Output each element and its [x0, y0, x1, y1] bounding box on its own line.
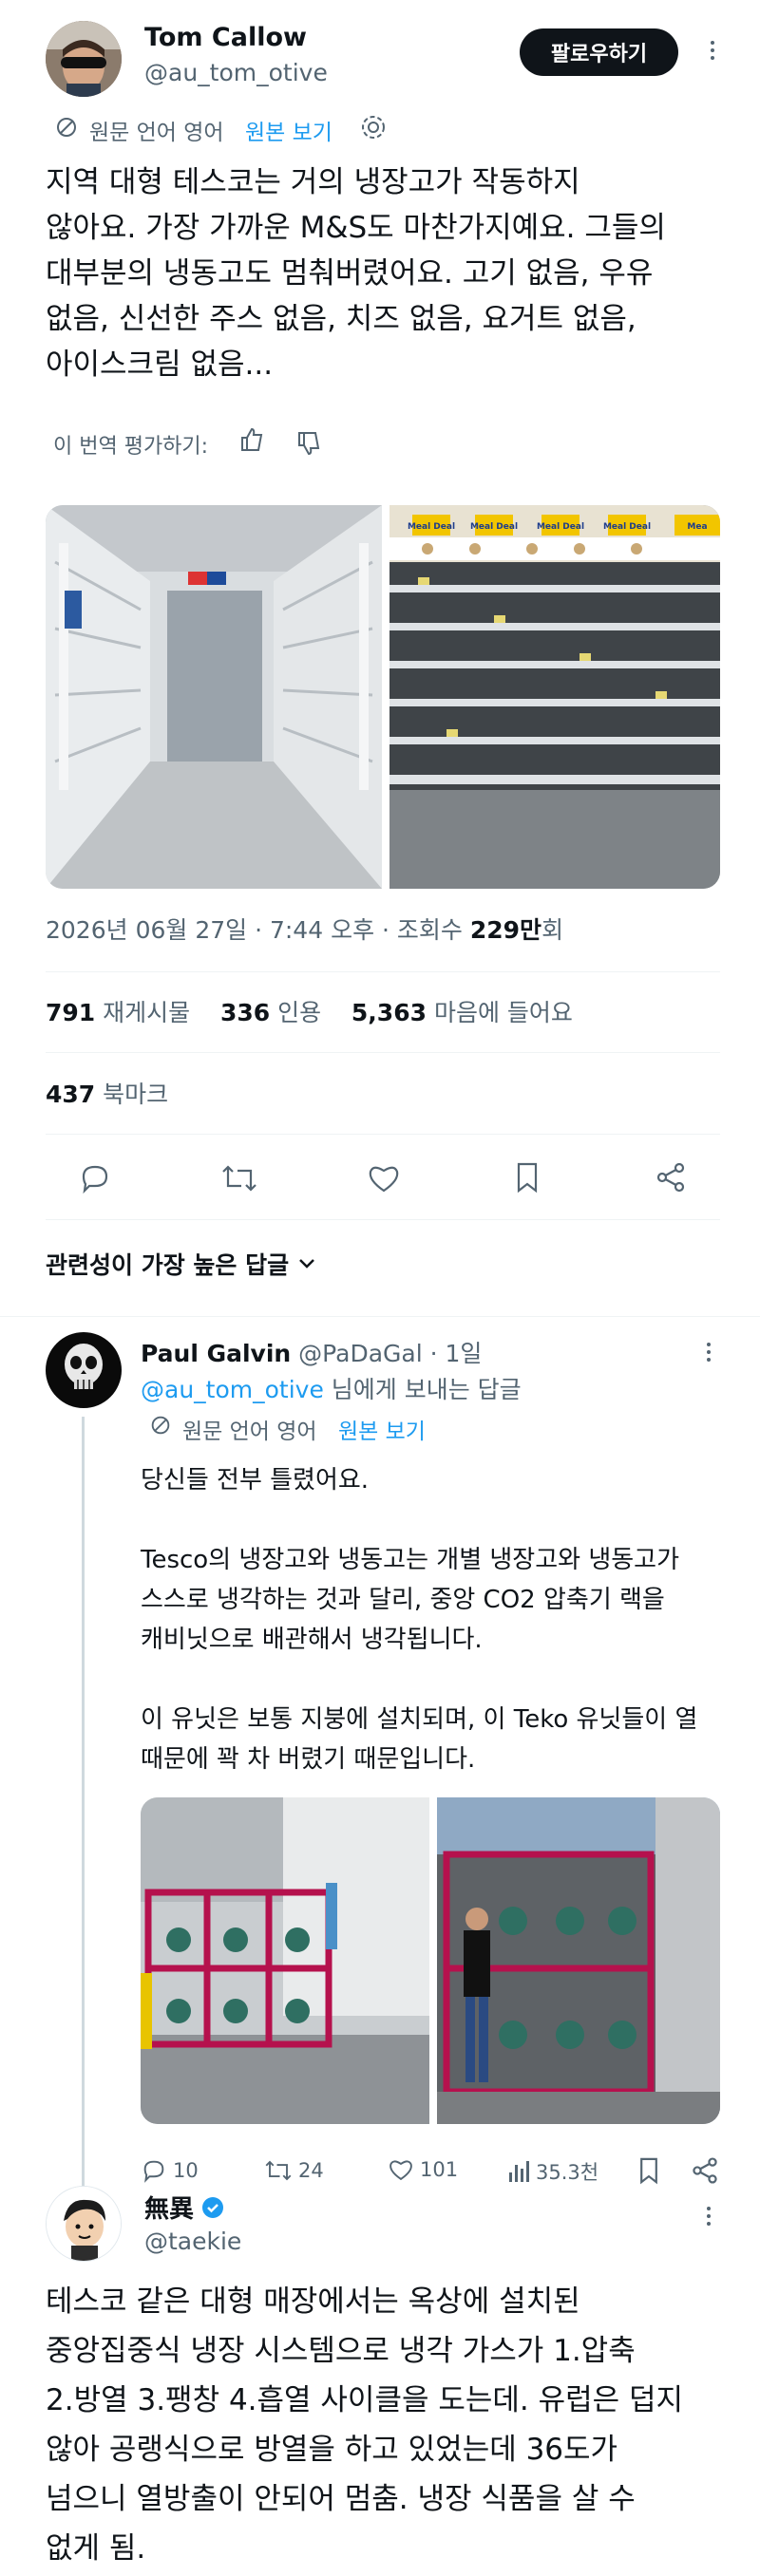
reply-author-handle[interactable]: @PaDaGal [298, 1340, 422, 1367]
reply-text: 당신들 전부 틀렸어요. Tesco의 냉장고와 냉동고는 개별 냉장고와 냉동… [141, 1466, 698, 1774]
translate-icon [53, 114, 80, 141]
author-avatar[interactable] [46, 21, 122, 97]
show-original-link[interactable]: 원본 보기 [245, 114, 332, 146]
quote-author-name[interactable]: 無異 [144, 2190, 194, 2225]
reply-reply-button[interactable]: 10 [141, 2157, 199, 2184]
retweet-icon[interactable] [220, 1161, 258, 1195]
reply-action-bar: 10 24 101 35.3천 [141, 2155, 720, 2188]
reply-author-name[interactable]: Paul Galvin [141, 1340, 291, 1367]
tweet-text: 지역 대형 테스코는 거의 냉장고가 작동하지 않아요. 가장 가까운 M&S도… [46, 165, 666, 382]
more-options-icon[interactable] [711, 41, 714, 60]
divider [46, 971, 720, 972]
quote-author-avatar[interactable] [46, 2186, 122, 2262]
replying-to: @au_tom_otive 님에게 보내는 답글 [141, 1376, 522, 1403]
reply-retweets-count: 24 [298, 2159, 324, 2182]
shelf-sign-text: Meal Deal [408, 522, 455, 532]
reply-replies-count: 10 [173, 2159, 199, 2182]
reply-views-count: 35.3천 [536, 2161, 599, 2184]
tweet-photo-aisle[interactable] [46, 505, 382, 889]
rate-translation-label: 이 번역 평가하기: [53, 435, 209, 459]
like-icon[interactable] [367, 1162, 401, 1194]
reply-photo-compressor-rack[interactable] [141, 1797, 429, 2124]
engagement-stats: 791 재게시물 336 인용 5,363 마음에 들어요 [46, 994, 573, 1028]
bookmark-icon[interactable] [513, 1160, 542, 1194]
section-divider [0, 1316, 760, 1317]
reply-retweet-button[interactable]: 24 [264, 2157, 324, 2184]
divider [46, 1052, 720, 1053]
replying-to-handle[interactable]: @au_tom_otive [141, 1376, 324, 1403]
reply-author-avatar[interactable] [46, 1332, 122, 1408]
divider [46, 1134, 720, 1135]
reply-more-options-icon[interactable] [707, 1343, 711, 1362]
views-count: 229만 [469, 916, 542, 944]
reply-translation-note: 원문 언어 영어 [182, 1420, 317, 1444]
thread-line [82, 1417, 85, 2195]
chevron-down-icon [296, 1253, 317, 1274]
author-handle[interactable]: @au_tom_otive [144, 59, 328, 86]
follow-button[interactable]: 팔로우하기 [520, 28, 678, 76]
reply-translate-icon [148, 1413, 173, 1438]
author-name[interactable]: Tom Callow [144, 23, 307, 52]
tweet-photo-empty-shelves[interactable]: Meal Deal Meal Deal Meal Deal Meal Deal … [390, 505, 720, 889]
shelf-sign-text: Meal Deal [603, 522, 651, 532]
thumbs-down-icon[interactable] [294, 429, 323, 458]
likes-stat[interactable]: 5,363 마음에 들어요 [352, 999, 573, 1026]
translation-settings-icon[interactable] [359, 113, 388, 141]
reply-bookmark-icon[interactable] [636, 2155, 661, 2186]
reply-sort-selector[interactable]: 관련성이 가장 높은 답글 [46, 1247, 317, 1281]
bookmarks-stat[interactable]: 437 북마크 [46, 1076, 168, 1110]
quote-text: 테스코 같은 대형 매장에서는 옥상에 설치된 중앙집중식 냉장 시스템으로 냉… [46, 2285, 684, 2566]
retweets-stat[interactable]: 791 재게시물 [46, 999, 190, 1026]
reply-show-original-link[interactable]: 원본 보기 [338, 1413, 426, 1445]
translation-note: 원문 언어 영어 [89, 121, 224, 145]
shelf-sign-text: Meal Deal [537, 522, 584, 532]
quote-header: 無異 [144, 2190, 224, 2225]
shelf-sign-text: Mea [687, 522, 707, 532]
divider [46, 1219, 720, 1220]
shelf-sign-text: Meal Deal [470, 522, 518, 532]
reply-like-button[interactable]: 101 [388, 2157, 458, 2182]
quotes-stat[interactable]: 336 인용 [220, 999, 321, 1026]
reply-views-button[interactable]: 35.3천 [507, 2157, 598, 2186]
reply-photo-technician[interactable] [437, 1797, 720, 2124]
reply-time[interactable]: · 1일 [430, 1340, 483, 1367]
quote-author-handle[interactable]: @taekie [144, 2228, 241, 2255]
reply-share-icon[interactable] [690, 2155, 720, 2186]
reply-header: Paul Galvin @PaDaGal · 1일 [141, 1335, 482, 1369]
share-icon[interactable] [654, 1160, 688, 1194]
verified-badge-icon [201, 2196, 224, 2219]
reply-icon[interactable] [78, 1161, 112, 1195]
reply-likes-count: 101 [420, 2158, 459, 2181]
quote-more-options-icon[interactable] [707, 2207, 711, 2226]
thumbs-up-icon[interactable] [238, 425, 266, 454]
tweet-timestamp: 2026년 06월 27일 · 7:44 오후 · 조회수 229만회 [46, 916, 564, 944]
